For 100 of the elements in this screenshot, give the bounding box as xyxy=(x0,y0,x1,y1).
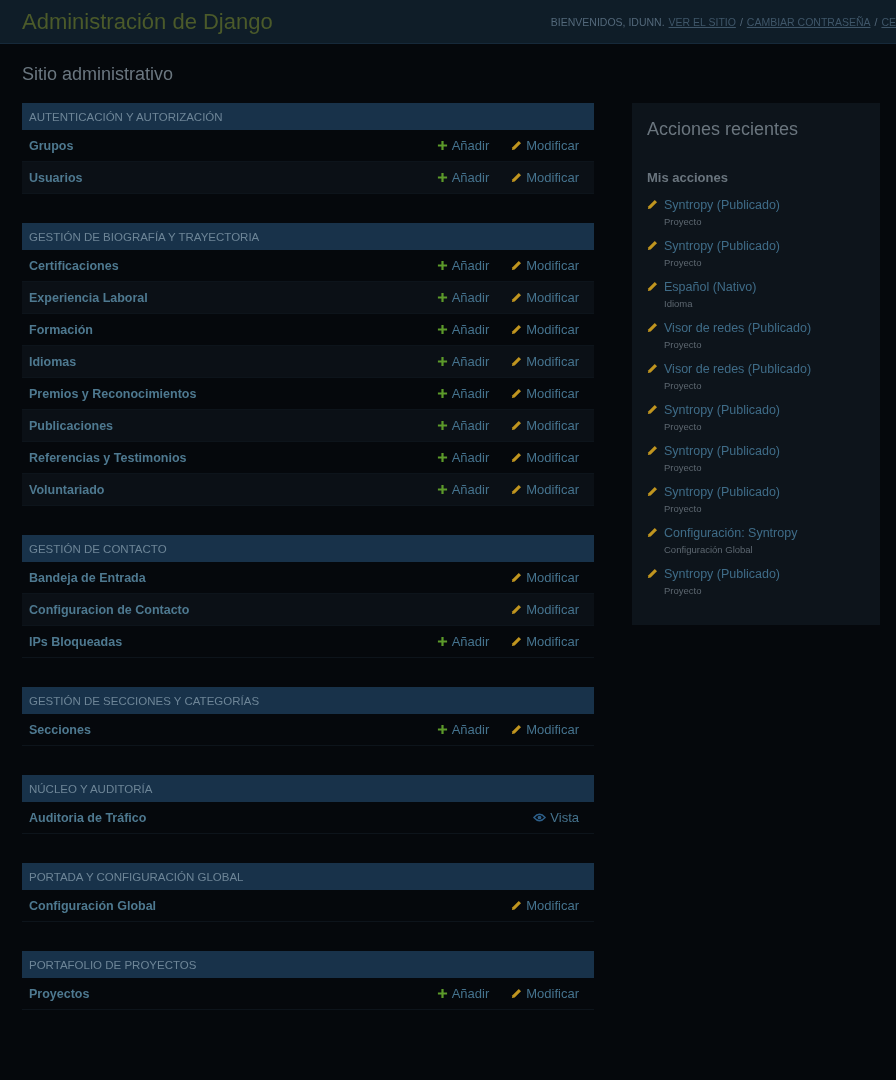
plus-icon xyxy=(436,260,448,271)
change-link[interactable]: Modificar xyxy=(511,570,579,585)
recent-action-link[interactable]: Syntropy (Publicado) xyxy=(664,197,781,214)
model-link[interactable]: IPs Bloqueadas xyxy=(29,634,123,649)
recent-action-link[interactable]: Configuración: Syntropy xyxy=(664,525,798,542)
add-link[interactable]: Añadir xyxy=(436,258,490,273)
recent-action-link[interactable]: Syntropy (Publicado) xyxy=(664,443,781,460)
model-link[interactable]: Publicaciones xyxy=(29,418,114,433)
pencil-icon xyxy=(647,199,658,210)
model-link[interactable]: Configuracion de Contacto xyxy=(29,602,190,617)
change-link[interactable]: Modificar xyxy=(511,290,579,305)
model-link[interactable]: Secciones xyxy=(29,722,91,737)
pencil-icon xyxy=(511,292,523,303)
change-link[interactable]: Modificar xyxy=(511,386,579,401)
add-link[interactable]: Añadir xyxy=(436,386,490,401)
model-link[interactable]: Bandeja de Entrada xyxy=(29,570,146,585)
change-link[interactable]: Modificar xyxy=(511,418,579,433)
add-link[interactable]: Añadir xyxy=(436,322,490,337)
add-link[interactable]: Añadir xyxy=(436,450,490,465)
pencil-icon xyxy=(511,900,523,911)
plus-icon xyxy=(436,388,448,399)
model-link[interactable]: Voluntariado xyxy=(29,482,105,497)
recent-action-link[interactable]: Visor de redes (Publicado) xyxy=(664,361,812,378)
model-link[interactable]: Referencias y Testimonios xyxy=(29,450,187,465)
pencil-icon xyxy=(647,363,658,374)
pencil-icon xyxy=(511,388,523,399)
add-link[interactable]: Añadir xyxy=(436,290,490,305)
model-link[interactable]: Grupos xyxy=(29,138,74,153)
pencil-icon xyxy=(511,604,523,615)
section-caption[interactable]: PORTADA Y CONFIGURACIÓN GLOBAL xyxy=(22,863,594,890)
eye-icon xyxy=(533,812,547,823)
model-link[interactable]: Auditoria de Tráfico xyxy=(29,810,147,825)
change-link[interactable]: Modificar xyxy=(511,898,579,913)
model-link[interactable]: Idiomas xyxy=(29,354,77,369)
pencil-icon xyxy=(647,486,658,497)
add-link[interactable]: Añadir xyxy=(436,170,490,185)
model-link[interactable]: Configuración Global xyxy=(29,898,157,913)
plus-icon xyxy=(436,356,448,367)
change-link[interactable]: Modificar xyxy=(511,138,579,153)
change-link[interactable]: Modificar xyxy=(511,170,579,185)
add-link[interactable]: Añadir xyxy=(436,138,490,153)
add-link[interactable]: Añadir xyxy=(436,634,490,649)
pencil-icon xyxy=(647,445,658,456)
pencil-icon xyxy=(511,260,523,271)
change-link[interactable]: Modificar xyxy=(511,722,579,737)
model-link[interactable]: Experiencia Laboral xyxy=(29,290,148,305)
section-caption[interactable]: PORTAFOLIO DE PROYECTOS xyxy=(22,951,594,978)
change-link[interactable]: Modificar xyxy=(511,986,579,1001)
model-link[interactable]: Formación xyxy=(29,322,93,337)
section-caption[interactable]: NÚCLEO Y AUDITORÍA xyxy=(22,775,594,802)
change-link[interactable]: Modificar xyxy=(511,482,579,497)
pencil-icon xyxy=(511,724,523,735)
add-link[interactable]: Añadir xyxy=(436,986,490,1001)
view-link[interactable]: Vista xyxy=(533,810,579,825)
recent-action-link[interactable]: Español (Nativo) xyxy=(664,279,757,296)
site-title[interactable]: Administración de Django xyxy=(22,8,273,35)
change-link[interactable]: Modificar xyxy=(511,634,579,649)
add-link[interactable]: Añadir xyxy=(436,418,490,433)
recent-action-link[interactable]: Syntropy (Publicado) xyxy=(664,402,781,419)
object-type-text: Proyecto xyxy=(664,338,703,352)
header-link[interactable]: CE xyxy=(881,15,896,28)
recent-action-link[interactable]: Syntropy (Publicado) xyxy=(664,484,781,501)
model-link[interactable]: Premios y Reconocimientos xyxy=(29,386,197,401)
pencil-icon xyxy=(647,322,658,333)
section-caption[interactable]: GESTIÓN DE SECCIONES Y CATEGORÍAS xyxy=(22,687,594,714)
object-type-text: Proyecto xyxy=(664,584,703,598)
model-link[interactable]: Usuarios xyxy=(29,170,83,185)
pencil-icon xyxy=(511,172,523,183)
change-link[interactable]: Modificar xyxy=(511,602,579,617)
object-type-text: Proyecto xyxy=(664,461,703,475)
object-type-text: Idioma xyxy=(664,297,694,311)
pencil-icon xyxy=(511,140,523,151)
plus-icon xyxy=(436,636,448,647)
section-caption[interactable]: GESTIÓN DE CONTACTO xyxy=(22,535,594,562)
plus-icon xyxy=(436,484,448,495)
header-link[interactable]: CAMBIAR CONTRASEÑA xyxy=(746,15,871,28)
section-caption[interactable]: AUTENTICACIÓN Y AUTORIZACIÓN xyxy=(22,103,594,130)
welcome-text: BIENVENIDOS, IDUNN. xyxy=(550,15,665,28)
recent-action-link[interactable]: Visor de redes (Publicado) xyxy=(664,320,812,337)
model-link[interactable]: Certificaciones xyxy=(29,258,119,273)
recent-action-link[interactable]: Syntropy (Publicado) xyxy=(664,566,781,583)
plus-icon xyxy=(436,988,448,999)
model-link[interactable]: Proyectos xyxy=(29,986,90,1001)
recent-action-link[interactable]: Syntropy (Publicado) xyxy=(664,238,781,255)
plus-icon xyxy=(436,724,448,735)
pencil-icon xyxy=(511,988,523,999)
header-link[interactable]: VER EL SITIO xyxy=(668,15,736,28)
change-link[interactable]: Modificar xyxy=(511,450,579,465)
add-link[interactable]: Añadir xyxy=(436,482,490,497)
change-link[interactable]: Modificar xyxy=(511,322,579,337)
change-link[interactable]: Modificar xyxy=(511,258,579,273)
add-link[interactable]: Añadir xyxy=(436,722,490,737)
pencil-icon xyxy=(647,568,658,579)
section-caption[interactable]: GESTIÓN DE BIOGRAFÍA Y TRAYECTORIA xyxy=(22,223,594,250)
separator-text: / xyxy=(874,15,878,28)
change-link[interactable]: Modificar xyxy=(511,354,579,369)
object-type-text: Proyecto xyxy=(664,420,703,434)
pencil-icon xyxy=(647,240,658,251)
plus-icon xyxy=(436,420,448,431)
add-link[interactable]: Añadir xyxy=(436,354,490,369)
